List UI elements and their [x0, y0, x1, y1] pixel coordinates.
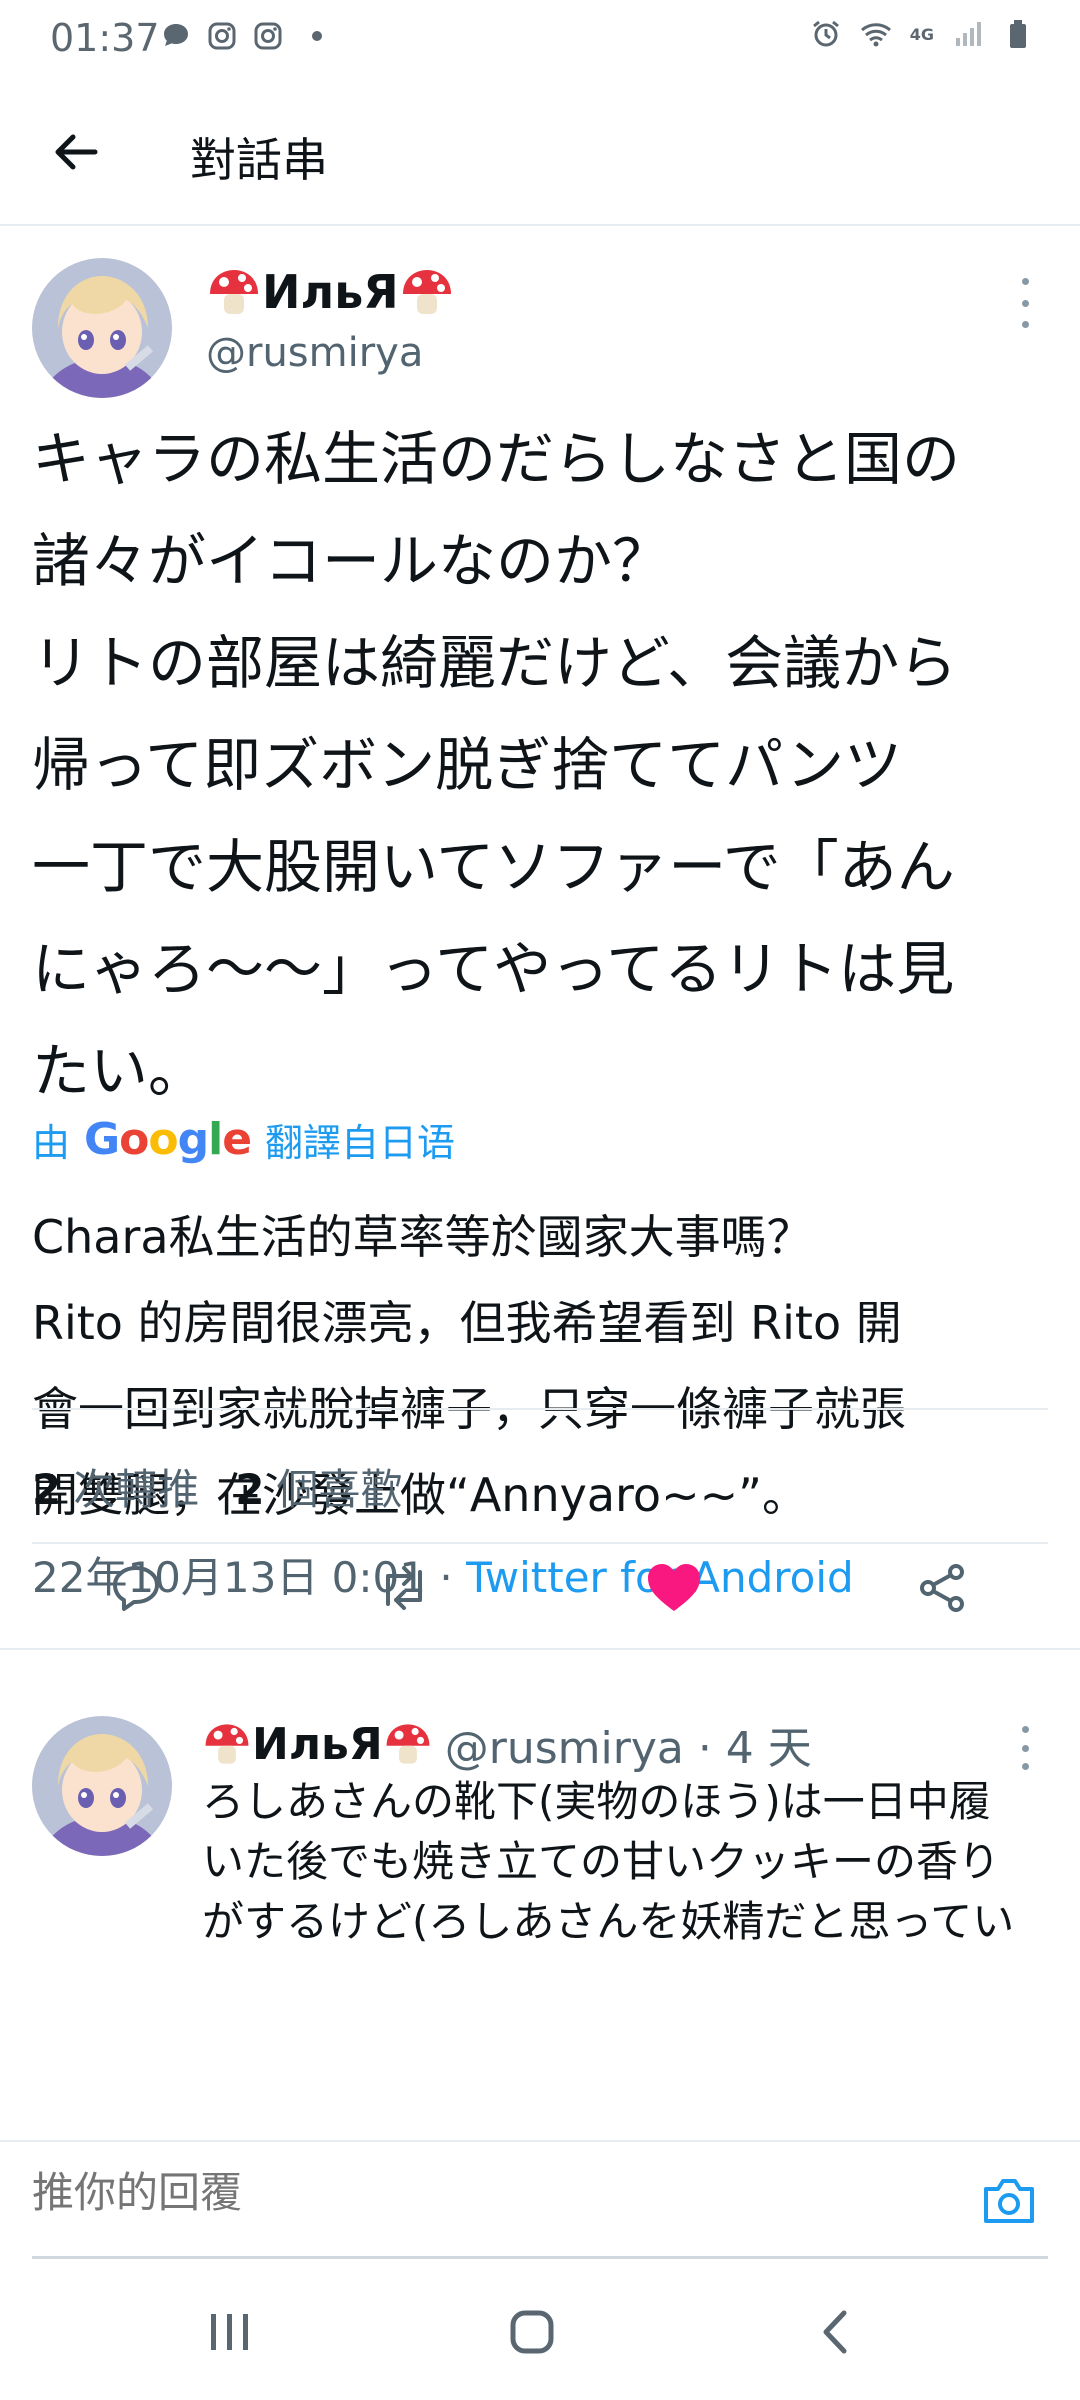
- avatar-image: [32, 258, 172, 398]
- reply-text: ろしあさんの靴下(実物のほう)は一日中履 いた後でも焼き立ての甘いクッキーの香り…: [202, 1777, 1015, 1946]
- translation-suffix: 翻譯自日语: [265, 1121, 456, 1165]
- input-underline: [32, 2256, 1048, 2259]
- more-dot: [1021, 299, 1029, 307]
- avatar[interactable]: [32, 1716, 172, 1856]
- comment-icon: [113, 1566, 159, 1611]
- translation-attribution[interactable]: 由 Google 翻譯自日语: [32, 1112, 455, 1167]
- like-button[interactable]: [634, 1548, 714, 1628]
- top-app-bar: 對話串: [0, 80, 1080, 226]
- mushroom-emoji-icon: [210, 270, 258, 314]
- more-dot: [1021, 1763, 1029, 1770]
- retweet-icon: [386, 1566, 422, 1610]
- author-name-row: ИльЯ: [206, 264, 455, 320]
- more-dot: [1021, 1726, 1029, 1733]
- tweet-actions: [0, 1544, 1080, 1630]
- google-logo-text: Google: [84, 1114, 252, 1165]
- retweet-button[interactable]: [364, 1548, 444, 1628]
- more-notifications-dot: [312, 31, 322, 41]
- network-type: 4G: [909, 24, 934, 44]
- author-name: ИльЯ: [262, 265, 399, 319]
- chevron-left-icon: [823, 2310, 847, 2354]
- likes-stat[interactable]: 2 個喜歡: [235, 1456, 402, 1517]
- recent-apps-button[interactable]: [190, 2292, 270, 2372]
- home-icon: [510, 2310, 554, 2354]
- retweets-count: 2: [32, 1465, 62, 1514]
- more-options-button[interactable]: [1010, 278, 1040, 328]
- more-dot: [1021, 278, 1029, 285]
- retweets-stat[interactable]: 2 次轉推: [32, 1456, 199, 1517]
- avatar[interactable]: [32, 258, 172, 398]
- status-time: 01:37: [50, 16, 160, 60]
- translation-prefix: 由: [32, 1121, 71, 1165]
- signal-icon: [956, 22, 981, 46]
- message-icon: [164, 24, 188, 46]
- avatar-image: [32, 1716, 172, 1856]
- reply-composer: [0, 2140, 1080, 2260]
- back-button[interactable]: [44, 120, 108, 184]
- camera-icon: [984, 2179, 1034, 2223]
- reply-author-name: ИльЯ: [252, 1718, 383, 1770]
- reply-header: ИльЯ @rusmirya · 4 天: [202, 1712, 812, 1776]
- more-dot: [1021, 321, 1029, 328]
- mushroom-emoji-icon: [386, 1724, 430, 1764]
- reply-input[interactable]: [32, 2168, 932, 2217]
- camera-button[interactable]: [974, 2166, 1044, 2236]
- heart-filled-icon: [648, 1564, 700, 1611]
- page-title: 對話串: [190, 133, 328, 187]
- share-icon: [920, 1564, 964, 1612]
- home-button[interactable]: [492, 2292, 572, 2372]
- reply-author[interactable]: ИльЯ: [202, 1719, 433, 1770]
- system-back-button[interactable]: [796, 2292, 876, 2372]
- instagram-icon: [208, 22, 236, 50]
- reply-handle-time: @rusmirya · 4 天: [444, 1723, 812, 1774]
- tweet-stats: 2 次轉推 2 個喜歡: [32, 1456, 403, 1517]
- author-handle: @rusmirya: [206, 330, 424, 376]
- alarm-icon: [812, 20, 839, 47]
- mushroom-emoji-icon: [205, 1724, 249, 1764]
- reply-more-options-button[interactable]: [1010, 1726, 1040, 1770]
- arrow-left-icon: [55, 134, 98, 170]
- wifi-icon: [860, 23, 891, 47]
- instagram-icon: [254, 22, 282, 50]
- more-dot: [1021, 1744, 1029, 1752]
- retweets-label: 次轉推: [73, 1465, 200, 1514]
- mushroom-emoji-icon: [402, 270, 451, 314]
- likes-count: 2: [235, 1465, 265, 1514]
- share-button[interactable]: [902, 1548, 982, 1628]
- tweet-text: キャラの私生活のだらしなさと国の 諸々がイコールなのか？ リトの部屋は綺麗だけど…: [32, 425, 961, 1105]
- author-block[interactable]: ИльЯ @rusmirya: [206, 264, 455, 376]
- battery-icon: [1010, 20, 1026, 48]
- recent-apps-icon: [211, 2314, 248, 2350]
- system-navigation-bar: [0, 2262, 1080, 2400]
- system-icons: 4G: [810, 18, 1034, 50]
- likes-label: 個喜歡: [276, 1465, 403, 1514]
- divider: [32, 1408, 1048, 1410]
- status-bar: 01:37 4G: [0, 0, 1080, 80]
- reply-button[interactable]: [96, 1548, 176, 1628]
- notification-icons: [160, 20, 322, 52]
- reply-tweet[interactable]: ИльЯ @rusmirya · 4 天 ろしあさんの靴下(実物のほう)は一日中…: [0, 1650, 1080, 2140]
